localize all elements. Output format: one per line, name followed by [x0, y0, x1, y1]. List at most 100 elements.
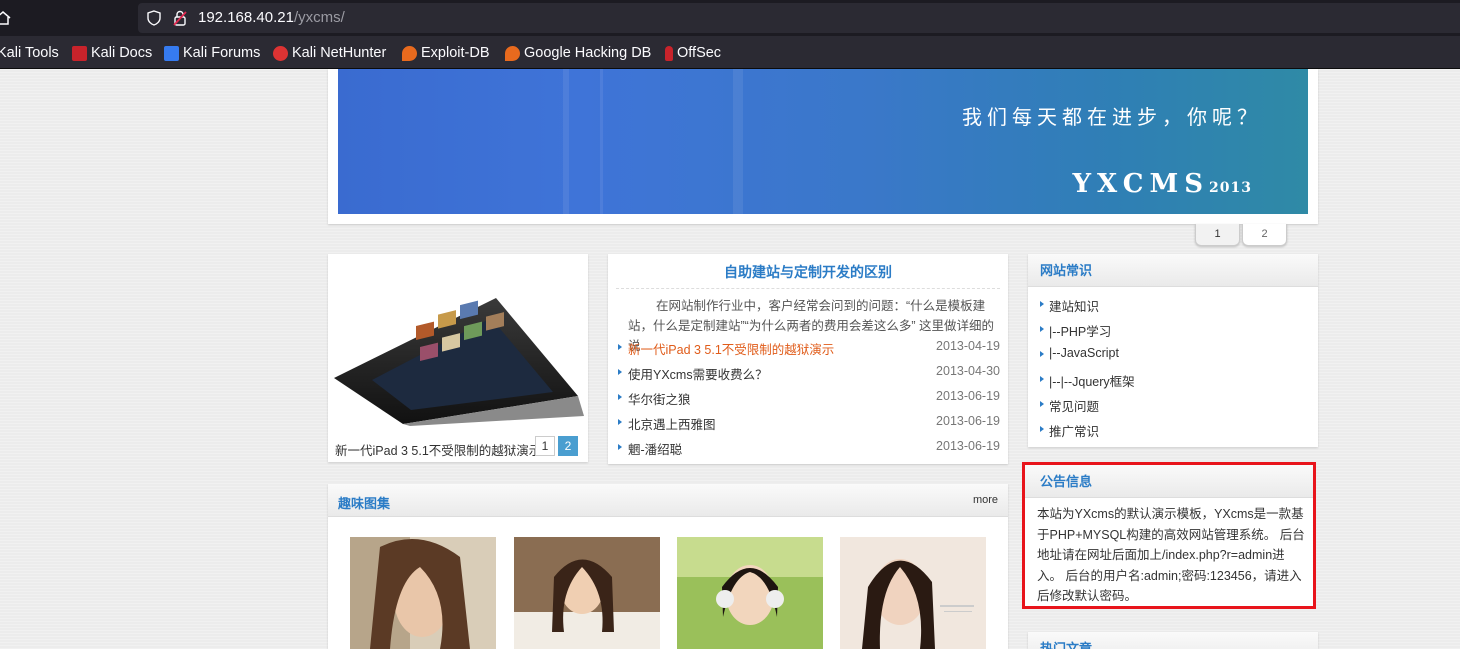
news-title[interactable]: 北京遇上西雅图	[628, 414, 716, 433]
url-text[interactable]: 192.168.40.21/yxcms/	[198, 9, 345, 26]
category-label[interactable]: |--|--Jquery框架	[1049, 371, 1135, 390]
bullet-arrow-icon	[618, 444, 622, 450]
insecure-lock-icon[interactable]	[172, 9, 188, 27]
banner-pager: 1 2	[1195, 224, 1289, 246]
article-title[interactable]: 自助建站与定制开发的区别	[608, 262, 1008, 282]
bullet-arrow-icon	[618, 419, 622, 425]
bullet-arrow-icon	[1040, 401, 1044, 407]
banner-page-1[interactable]: 1	[1195, 224, 1240, 246]
news-title[interactable]: 使用YXcms需要收费么？	[628, 364, 768, 383]
category-item[interactable]: 推广常识	[1038, 418, 1318, 443]
gallery-thumb-3[interactable]	[677, 537, 823, 649]
gallery-thumb-1[interactable]	[350, 537, 496, 649]
bullet-arrow-icon	[618, 344, 622, 350]
bookmark-exploit-db[interactable]: Exploit-DB	[402, 44, 490, 62]
bookmark-kali-nethunter[interactable]: Kali NetHunter	[273, 44, 386, 62]
category-label[interactable]: |--JavaScript	[1049, 346, 1119, 360]
notice-panel: 公告信息 本站为YXcms的默认演示模板，YXcms是一款基于PHP+MYSQL…	[1022, 462, 1316, 609]
category-item[interactable]: |--PHP学习	[1038, 318, 1318, 343]
hot-articles-title: 热门文章	[1028, 632, 1318, 649]
shield-icon[interactable]	[146, 10, 162, 26]
bookmark-kali-tools[interactable]: Kali Tools	[0, 44, 59, 62]
category-label[interactable]: 建站知识	[1049, 296, 1099, 315]
gallery-title: 趣味图集	[338, 496, 391, 511]
bookmark-label: Google Hacking DB	[524, 45, 652, 61]
url-host: 192.168.40.21	[198, 9, 294, 26]
gallery-thumb-2[interactable]	[514, 537, 660, 649]
category-panel-title: 网站常识	[1028, 254, 1318, 287]
banner-slogan: 我们每天都在进步，你呢？	[962, 105, 1262, 129]
gallery-thumb-4[interactable]	[840, 537, 986, 649]
news-date: 2013-06-19	[936, 414, 1000, 428]
news-date: 2013-06-19	[936, 389, 1000, 403]
category-label[interactable]: |--PHP学习	[1049, 321, 1111, 340]
banner-image[interactable]: 我们每天都在进步，你呢？ YXCMS2013	[338, 69, 1308, 214]
bookmarks-toolbar: Kali Tools Kali Docs Kali Forums Kali Ne…	[0, 36, 1460, 69]
notice-text: 本站为YXcms的默认演示模板，YXcms是一款基于PHP+MYSQL构建的高效…	[1037, 507, 1305, 603]
article-card: 自助建站与定制开发的区别 在网站制作行业中，客户经常会问到的问题：“什么是模板建…	[608, 254, 1008, 464]
news-item[interactable]: 北京遇上西雅图 2013-06-19	[616, 411, 1006, 436]
bookmark-kali-docs[interactable]: Kali Docs	[72, 44, 152, 62]
gallery-header: 趣味图集 more	[328, 484, 1008, 517]
banner-stripe	[733, 69, 743, 214]
category-item[interactable]: |--|--Jquery框架	[1038, 368, 1318, 393]
bookmark-label: OffSec	[677, 45, 722, 61]
kali-docs-icon	[72, 45, 87, 61]
bookmark-label: Exploit-DB	[421, 45, 490, 61]
bullet-arrow-icon	[618, 394, 622, 400]
category-panel: 网站常识 建站知识 |--PHP学习 |--JavaScript |--|--J…	[1028, 254, 1318, 447]
slide-page-1[interactable]: 1	[535, 436, 555, 456]
slideshow-card: 新一代iPad 3 5.1不受限制的越狱演示 1 2	[328, 254, 588, 462]
slide-caption[interactable]: 新一代iPad 3 5.1不受限制的越狱演示	[335, 440, 541, 459]
divider	[616, 288, 1000, 289]
category-item[interactable]: 常见问题	[1038, 393, 1318, 418]
banner-brand-year: 2013	[1209, 180, 1252, 196]
kali-nethunter-icon	[273, 45, 288, 61]
offsec-icon	[665, 45, 673, 61]
category-list: 建站知识 |--PHP学习 |--JavaScript |--|--Jquery…	[1028, 287, 1318, 443]
exploit-db-icon	[402, 45, 417, 61]
banner-brand: YXCMS2013	[1073, 169, 1253, 199]
gallery-panel: 趣味图集 more	[328, 484, 1008, 649]
url-path: /yxcms/	[293, 9, 345, 26]
category-item[interactable]: |--JavaScript	[1038, 343, 1318, 368]
address-bar[interactable]: 192.168.40.21/yxcms/	[138, 3, 1460, 33]
news-item[interactable]: 华尔街之狼 2013-06-19	[616, 386, 1006, 411]
news-date: 2013-06-19	[936, 439, 1000, 453]
bookmark-google-hacking-db[interactable]: Google Hacking DB	[505, 44, 651, 62]
slide-page-2[interactable]: 2	[558, 436, 578, 456]
ghdb-icon	[505, 45, 520, 61]
news-item[interactable]: 魍-潘绍聪 2013-06-19	[616, 436, 1006, 461]
gallery-more-link[interactable]: more	[973, 494, 998, 506]
bookmark-label: Kali Docs	[91, 45, 153, 61]
category-item[interactable]: 建站知识	[1038, 293, 1318, 318]
category-label[interactable]: 推广常识	[1049, 421, 1099, 440]
banner-brand-name: YXCMS	[1072, 169, 1210, 199]
bookmark-offsec[interactable]: OffSec	[665, 44, 721, 62]
page-content: 我们每天都在进步，你呢？ YXCMS2013 1 2 新一代iPad 3 5.1…	[0, 69, 1460, 649]
news-item[interactable]: 使用YXcms需要收费么？ 2013-04-30	[616, 361, 1006, 386]
news-title[interactable]: 华尔街之狼	[628, 389, 691, 408]
bullet-arrow-icon	[1040, 426, 1044, 432]
news-list: 新一代iPad 3 5.1不受限制的越狱演示 2013-04-19 使用YXcm…	[616, 336, 1006, 461]
bookmark-label: Kali NetHunter	[292, 45, 387, 61]
category-label[interactable]: 常见问题	[1049, 396, 1099, 415]
banner-page-2[interactable]: 2	[1242, 224, 1287, 246]
bullet-arrow-icon	[1040, 376, 1044, 382]
news-title[interactable]: 魍-潘绍聪	[628, 439, 682, 458]
banner-frame: 我们每天都在进步，你呢？ YXCMS2013	[328, 69, 1318, 224]
news-date: 2013-04-19	[936, 339, 1000, 353]
bookmark-kali-forums[interactable]: Kali Forums	[164, 44, 260, 62]
bullet-arrow-icon	[1040, 351, 1044, 357]
browser-url-bar-row: 192.168.40.21/yxcms/	[0, 0, 1460, 36]
news-title[interactable]: 新一代iPad 3 5.1不受限制的越狱演示	[628, 339, 834, 358]
bookmark-label: Kali Forums	[183, 45, 261, 61]
banner-stripe	[563, 69, 569, 214]
bookmark-label: Kali Tools	[0, 45, 59, 61]
kali-forums-icon	[164, 45, 179, 61]
bullet-arrow-icon	[618, 369, 622, 375]
home-icon[interactable]	[0, 9, 12, 27]
tablet-photo[interactable]	[328, 298, 588, 426]
news-item[interactable]: 新一代iPad 3 5.1不受限制的越狱演示 2013-04-19	[616, 336, 1006, 361]
bullet-arrow-icon	[1040, 326, 1044, 332]
